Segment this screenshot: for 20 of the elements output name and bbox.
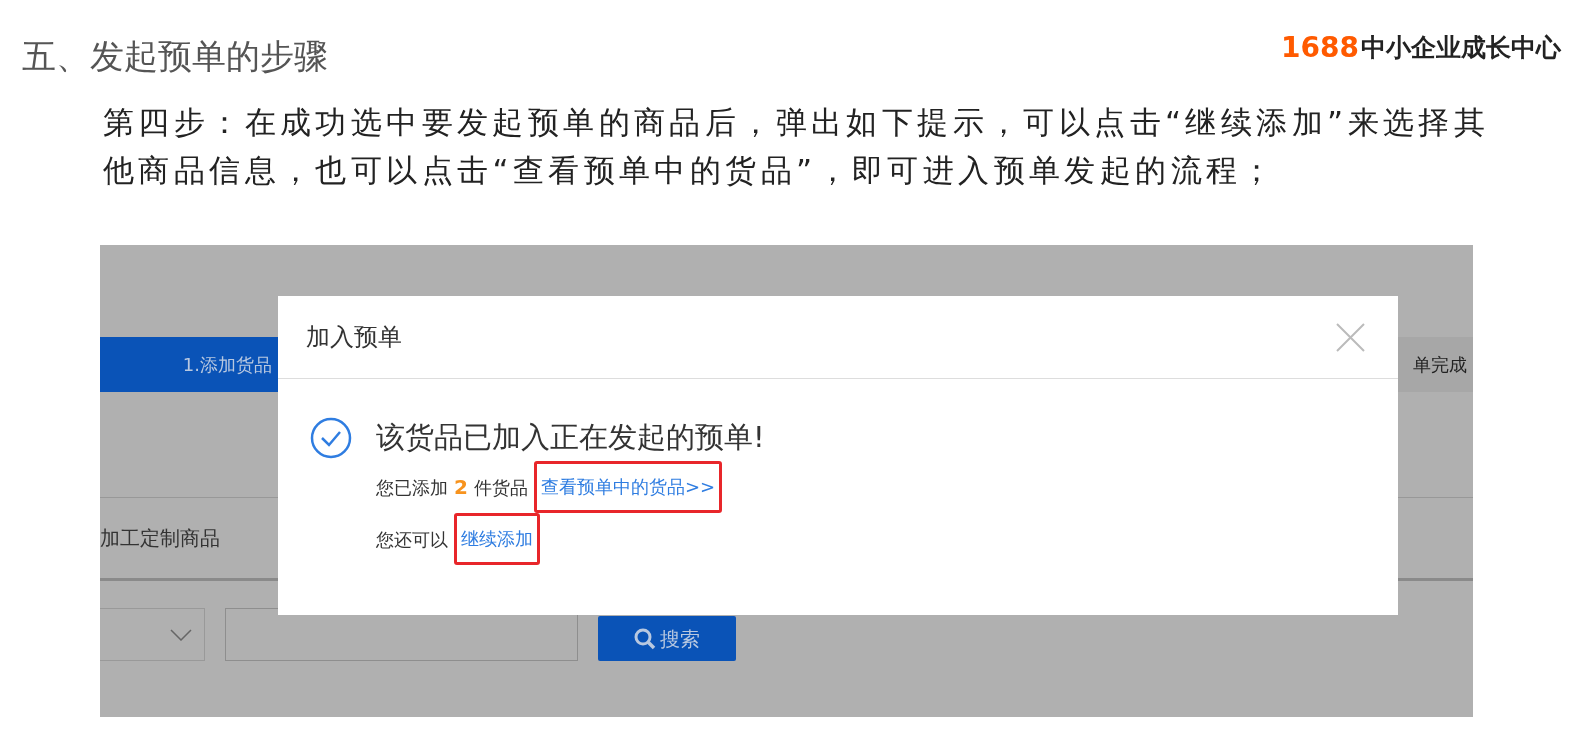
brand-logo: 1688中小企业成长中心 — [1281, 30, 1561, 66]
category-label: 加工定制商品 — [100, 525, 220, 552]
chevron-down-icon — [170, 628, 192, 641]
success-message: 该货品已加入正在发起的预单! — [376, 419, 765, 456]
view-items-link[interactable]: 查看预单中的货品>> — [533, 461, 723, 513]
search-button[interactable]: 搜索 — [598, 616, 736, 661]
hint-text: 您还可以 — [376, 527, 448, 552]
step-tab[interactable]: 单完成 — [1398, 337, 1473, 392]
dialog-title: 加入预单 — [306, 322, 402, 353]
continue-adding-link[interactable]: 继续添加 — [454, 513, 540, 565]
count-text: 您已添加 — [376, 475, 448, 500]
search-icon — [634, 627, 656, 650]
close-icon[interactable] — [1336, 322, 1365, 352]
check-circle-icon — [310, 417, 352, 459]
slide-title: 五、发起预单的步骤 — [22, 38, 328, 78]
dropdown-field[interactable] — [100, 608, 205, 661]
item-count: 2 — [454, 474, 468, 501]
instruction-paragraph: 第四步：在成功选中要发起预单的商品后，弹出如下提示，可以点击“继续添加”来选择其他商品信息，也可以点击“查看预单中的货品”，即可进入预单发起的流程； — [103, 103, 1491, 190]
count-text: 件货品 — [473, 475, 528, 500]
step-tab[interactable]: 1.添加货品 — [100, 337, 278, 392]
